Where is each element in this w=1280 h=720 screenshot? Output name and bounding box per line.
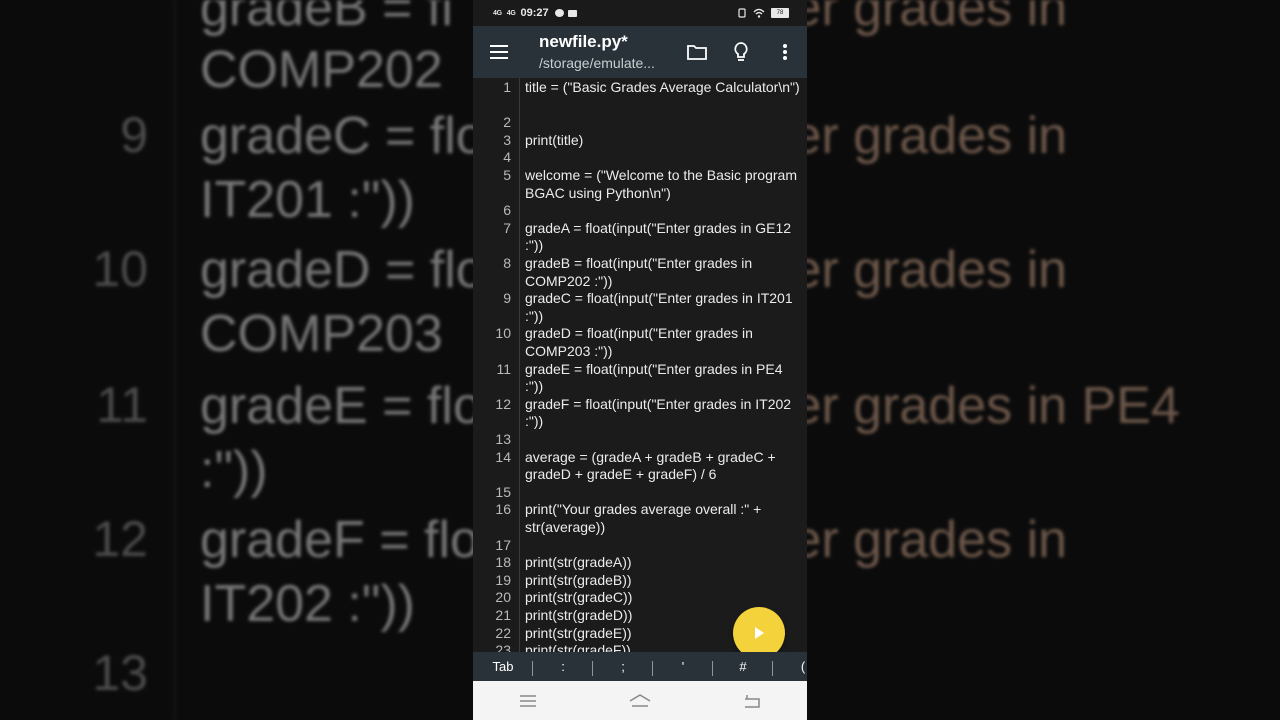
background-line-number: 13 [92, 645, 148, 701]
line-number: 14 [495, 448, 511, 465]
line-number: 13 [495, 431, 511, 447]
vibrate-icon [738, 8, 746, 18]
menu-button[interactable] [473, 26, 525, 78]
folder-icon [687, 45, 707, 60]
line-text: gradeC = float(input("Enter grades in IT… [525, 290, 797, 324]
line-text: print("Your grades average overall :" + … [525, 501, 766, 535]
line-number: 21 [495, 607, 511, 623]
background-code-right: ter grades in [778, 107, 1068, 165]
line-number: 11 [496, 360, 511, 377]
background-code-right: ter grades in [778, 0, 1068, 37]
line-number: 4 [503, 149, 511, 166]
extra-key-3[interactable]: ' [653, 659, 713, 676]
line-text: gradeE = float(input("Enter grades in PE… [525, 360, 787, 395]
line-number: 7 [503, 219, 511, 236]
background-line-number: 12 [92, 511, 148, 567]
wifi-icon [753, 8, 765, 18]
line-number: 3 [503, 131, 511, 148]
status-right-icons: 78 [737, 8, 789, 18]
line-text: gradeB = float(input("Enter grades in CO… [525, 255, 757, 289]
line-number: 18 [495, 554, 511, 571]
background-line-number: 10 [92, 241, 148, 297]
hint-button[interactable] [719, 26, 763, 78]
line-number: 6 [503, 202, 511, 219]
line-number: 2 [503, 114, 511, 131]
line-text: average = (gradeA + gradeB + gradeC + gr… [525, 448, 780, 483]
background-code-text: gradeB = fl [200, 0, 453, 37]
recent-apps-icon[interactable] [519, 694, 537, 708]
battery-icon: 78 [771, 8, 789, 18]
line-text: print(str(gradeB)) [525, 571, 632, 588]
extra-key-1[interactable]: : [533, 659, 593, 676]
line-number: 22 [495, 624, 511, 641]
line-number: 16 [495, 501, 511, 518]
lightbulb-icon [734, 42, 748, 61]
line-number: 1 [503, 79, 511, 95]
line-number: 5 [503, 167, 511, 183]
line-number: 10 [495, 325, 511, 342]
extra-keys-bar: Tab:; ' #( [473, 652, 807, 681]
line-text: title = ("Basic Grades Average Calculato… [525, 79, 800, 95]
line-number: 15 [495, 483, 511, 500]
file-path: /storage/emulate... [539, 55, 655, 71]
message-icon [554, 9, 564, 17]
extra-key-5[interactable]: ( [773, 659, 807, 674]
line-number: 8 [503, 255, 511, 271]
background-line-number: 11 [96, 377, 148, 433]
phone-screen: 4G 4G 09:27 78 newfile.py* /storage/emul… [473, 0, 807, 720]
background-code-text: gradeF = flo [200, 511, 479, 569]
extra-key-2[interactable]: ; [593, 659, 653, 676]
file-title-block: newfile.py* /storage/emulate... [539, 32, 675, 72]
play-icon [755, 627, 764, 639]
back-icon[interactable] [743, 694, 761, 708]
hamburger-icon [490, 41, 508, 63]
background-code-text: IT202 :")) [200, 575, 415, 633]
background-gutter-divider [174, 0, 176, 720]
line-number: 17 [495, 536, 511, 553]
background-line-number: 9 [120, 107, 148, 163]
signal-1-label: 4G [493, 9, 502, 17]
background-code-text: COMP202 [200, 41, 443, 99]
code-editor[interactable]: 1 title = ("Basic Grades Average Calculat… [473, 78, 807, 652]
line-text: print(str(gradeA)) [525, 554, 632, 571]
open-folder-button[interactable] [675, 26, 719, 78]
background-code-text: COMP203 [200, 305, 443, 363]
background-code-text: gradeD = flo [200, 241, 485, 299]
camera-icon [567, 9, 577, 17]
home-icon[interactable] [628, 693, 652, 709]
background-code-right: ter grades in [778, 511, 1068, 569]
status-time: 09:27 [520, 7, 549, 19]
file-title: newfile.py* [539, 32, 628, 51]
line-number: 12 [495, 395, 511, 412]
background-code-right: ter grades in [778, 241, 1068, 299]
status-bar: 4G 4G 09:27 78 [473, 0, 807, 26]
line-number: 20 [495, 589, 511, 606]
signal-2-label: 4G [506, 9, 516, 17]
line-number: 9 [503, 290, 511, 307]
overflow-menu-button[interactable] [763, 26, 807, 78]
line-text: gradeF = float(input("Enter grades in IT… [525, 395, 795, 430]
more-vertical-icon [783, 44, 787, 60]
extra-key-4[interactable]: # [713, 659, 773, 676]
line-text: welcome = ("Welcome to the Basic program… [525, 167, 801, 201]
background-code-text: IT201 :")) [200, 171, 415, 229]
background-code-text: gradeE = flo [200, 377, 482, 435]
gutter-divider [519, 78, 520, 652]
background-code-text: :")) [200, 441, 268, 499]
line-text: gradeA = float(input("Enter grades in GE… [525, 219, 795, 254]
line-number: 23 [495, 642, 511, 652]
line-text: gradeD = float(input("Enter grades in CO… [525, 325, 757, 359]
background-code-right: ter grades in PE4 [778, 377, 1180, 435]
line-number: 19 [495, 571, 511, 588]
extra-key-0[interactable]: Tab [473, 659, 533, 676]
line-text: print(title) [525, 131, 584, 148]
app-toolbar: newfile.py* /storage/emulate... [473, 26, 807, 78]
line-text: print(str(gradeC)) [525, 589, 633, 606]
system-nav-bar [473, 681, 807, 720]
background-code-text: gradeC = flo [200, 107, 485, 165]
